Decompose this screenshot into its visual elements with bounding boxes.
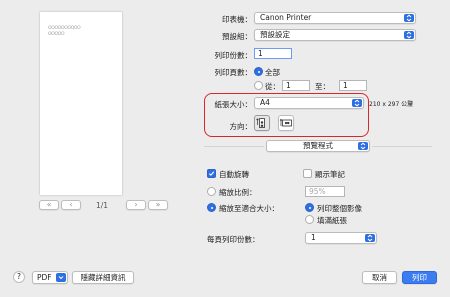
print-entire-image-label: 列印整個影像 bbox=[317, 204, 362, 213]
show-notes-label: 顯示筆記 bbox=[315, 170, 345, 179]
pages-from-value: 1 bbox=[286, 81, 291, 90]
preview-text-line-2: OOOOO bbox=[48, 32, 65, 37]
presets-value: 預設設定 bbox=[260, 30, 290, 39]
scale-radio[interactable] bbox=[207, 187, 216, 196]
chevron-updown-icon bbox=[404, 31, 414, 39]
next-page-button[interactable]: › bbox=[126, 200, 146, 210]
orientation-label: 方向： bbox=[229, 122, 253, 131]
auto-rotate-label: 自動旋轉 bbox=[219, 170, 249, 179]
paper-size-value: A4 bbox=[260, 98, 270, 107]
print-button[interactable]: 列印 bbox=[402, 271, 437, 284]
previous-page-button[interactable]: ‹ bbox=[61, 200, 81, 210]
paper-size-popup[interactable]: A4 bbox=[254, 97, 364, 109]
pages-per-sheet-label: 每頁列印份數： bbox=[207, 235, 260, 244]
cancel-label: 取消 bbox=[372, 273, 387, 282]
pages-per-sheet-value: 1 bbox=[311, 233, 316, 242]
chevron-down-icon bbox=[56, 273, 66, 282]
cancel-button[interactable]: 取消 bbox=[362, 271, 397, 284]
preview-text-line-1: OOOOOOOOOO bbox=[48, 26, 81, 31]
previous-page-label: ‹ bbox=[69, 200, 73, 209]
chevron-updown-icon bbox=[358, 142, 368, 150]
scale-label: 縮放比例： bbox=[219, 188, 257, 197]
hide-details-label: 隱藏詳細資訊 bbox=[80, 273, 126, 282]
scale-field[interactable]: 95% bbox=[305, 186, 345, 197]
chevron-updown-icon bbox=[352, 99, 362, 107]
preview-panel: OOOOOOOOOO OOOOO « ‹ 1/1 › » bbox=[0, 0, 168, 270]
checkmark-icon bbox=[208, 171, 215, 176]
presets-popup[interactable]: 預設設定 bbox=[254, 29, 416, 41]
portrait-button[interactable] bbox=[254, 115, 270, 131]
printer-popup[interactable]: Canon Printer bbox=[254, 12, 416, 24]
pages-to-field[interactable]: 1 bbox=[339, 80, 367, 91]
pages-to-label: 至： bbox=[315, 82, 330, 91]
show-notes-checkbox[interactable] bbox=[303, 169, 312, 178]
paper-dimensions: 210 x 297 公釐 bbox=[369, 101, 414, 108]
hide-details-button[interactable]: 隱藏詳細資訊 bbox=[72, 271, 134, 284]
pages-from-label: 從： bbox=[265, 82, 280, 91]
printer-value: Canon Printer bbox=[260, 13, 312, 22]
help-button[interactable]: ? bbox=[13, 271, 25, 283]
pages-from-field[interactable]: 1 bbox=[282, 80, 310, 91]
app-section-value: 預覽程式 bbox=[303, 141, 333, 150]
section-divider-right bbox=[372, 146, 432, 147]
copies-label: 列印份數： bbox=[214, 51, 253, 60]
fill-paper-radio[interactable] bbox=[305, 215, 314, 224]
scale-value: 95% bbox=[309, 187, 326, 196]
first-page-label: « bbox=[46, 200, 52, 209]
pages-to-value: 1 bbox=[343, 81, 348, 90]
page-preview: OOOOOOOOOO OOOOO bbox=[40, 12, 122, 195]
copies-value: 1 bbox=[258, 49, 263, 58]
portrait-icon bbox=[256, 118, 265, 128]
fill-paper-label: 填滿紙張 bbox=[317, 216, 347, 225]
pages-from-radio[interactable] bbox=[254, 81, 263, 90]
scale-to-fit-label: 縮放至適合大小： bbox=[219, 204, 279, 213]
print-label: 列印 bbox=[412, 273, 427, 282]
pages-label: 列印頁數： bbox=[214, 68, 253, 77]
printer-label: 印表機： bbox=[222, 15, 252, 24]
last-page-button[interactable]: » bbox=[148, 200, 168, 210]
auto-rotate-checkbox[interactable] bbox=[207, 169, 216, 178]
chevron-updown-icon bbox=[365, 234, 375, 242]
section-divider-left bbox=[204, 146, 264, 147]
landscape-button[interactable] bbox=[278, 115, 294, 131]
pages-all-label: 全部 bbox=[265, 68, 280, 77]
chevron-updown-icon bbox=[404, 14, 414, 22]
pages-all-radio[interactable] bbox=[254, 67, 263, 76]
landscape-icon bbox=[279, 118, 292, 127]
first-page-button[interactable]: « bbox=[39, 200, 59, 210]
help-label: ? bbox=[17, 272, 21, 281]
pages-per-sheet-popup[interactable]: 1 bbox=[305, 232, 377, 244]
next-page-label: › bbox=[134, 200, 138, 209]
page-indicator: 1/1 bbox=[96, 201, 109, 210]
app-section-popup[interactable]: 預覽程式 bbox=[266, 140, 370, 152]
paper-size-label: 紙張大小： bbox=[214, 100, 253, 109]
scale-to-fit-radio[interactable] bbox=[207, 203, 216, 212]
pdf-label: PDF bbox=[37, 273, 52, 282]
last-page-label: » bbox=[155, 200, 161, 209]
print-entire-image-radio[interactable] bbox=[305, 203, 314, 212]
pdf-menu-button[interactable]: PDF bbox=[32, 271, 68, 284]
presets-label: 預設組： bbox=[222, 32, 252, 41]
copies-field[interactable]: 1 bbox=[254, 48, 292, 59]
